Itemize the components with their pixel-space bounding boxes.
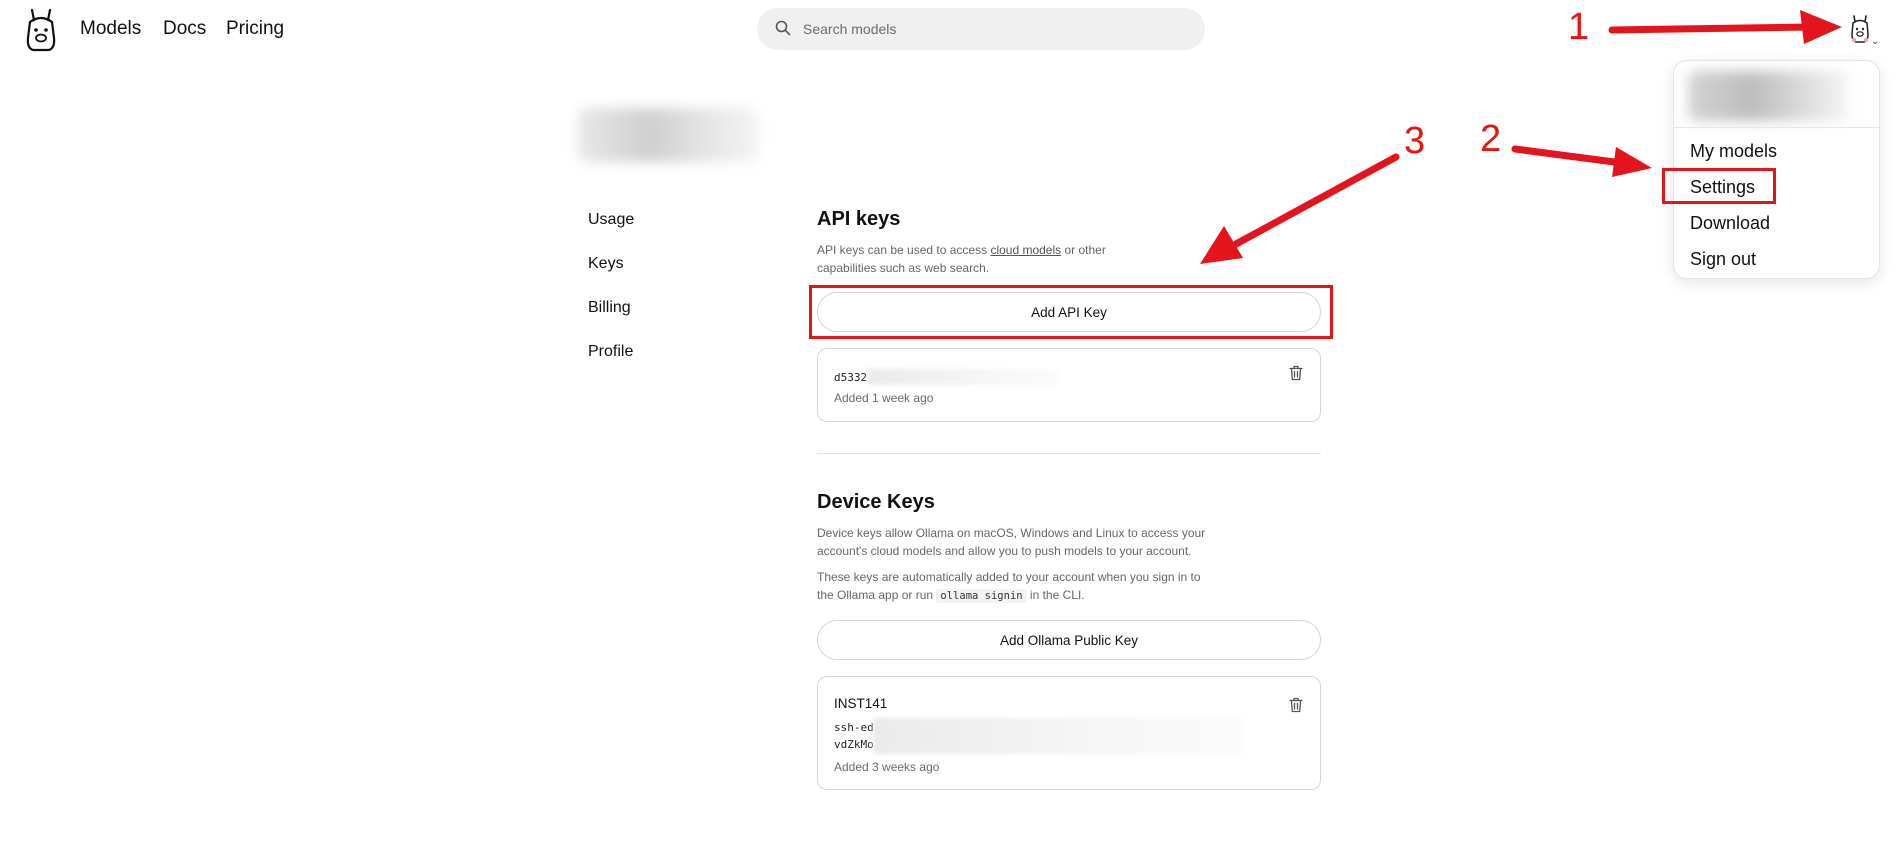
annotation-arrows: [1200, 10, 1842, 264]
annotation-arrow-1: [1608, 23, 1812, 34]
annotation-arrow-3: [1232, 153, 1400, 248]
annotation-arrowhead-1: [1800, 10, 1842, 44]
annotation-arrowhead-2: [1612, 147, 1652, 177]
annotation-arrow-2: [1511, 145, 1626, 167]
